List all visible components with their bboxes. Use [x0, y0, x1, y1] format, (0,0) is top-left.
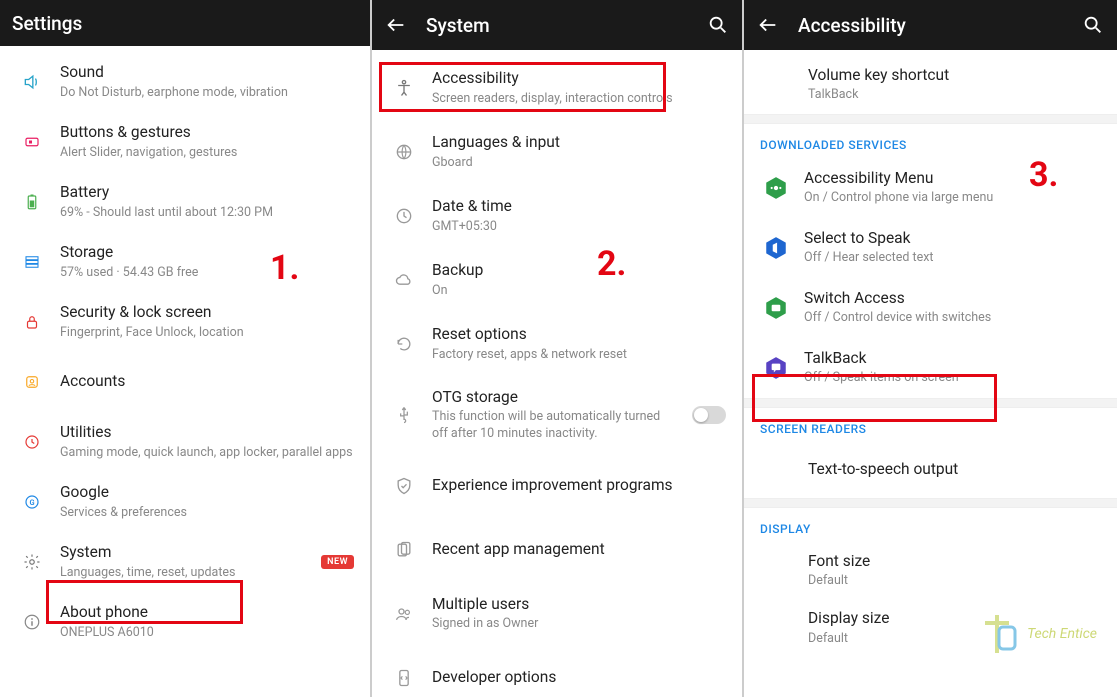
cloud-icon: [384, 260, 424, 300]
shield-icon: [384, 466, 424, 506]
a11y-icon: [384, 68, 424, 108]
users-icon: [384, 594, 424, 634]
row-talkback[interactable]: TalkBackOff / Speak items on screen: [744, 338, 1117, 398]
row-datetime[interactable]: Date & timeGMT+05:30: [372, 184, 742, 248]
row-battery[interactable]: Battery69% - Should last until about 12:…: [0, 172, 370, 232]
dev-icon: [384, 658, 424, 697]
system-panel: System AccessibilityScreen readers, disp…: [372, 0, 744, 697]
step-1-label: 1.: [270, 248, 299, 288]
row-system[interactable]: SystemLanguages, time, reset, updates NE…: [0, 532, 370, 592]
new-badge: NEW: [321, 555, 354, 569]
row-accounts[interactable]: Accounts: [0, 352, 370, 412]
appbar-title: Settings: [12, 12, 82, 35]
row-selectspeak[interactable]: Select to SpeakOff / Hear selected text: [744, 218, 1117, 278]
row-sound[interactable]: SoundDo Not Disturb, earphone mode, vibr…: [0, 52, 370, 112]
row-multiusers[interactable]: Multiple usersSigned in as Owner: [372, 582, 742, 646]
row-recent[interactable]: Recent app management: [372, 518, 742, 582]
a11ymenu-icon: [762, 174, 790, 202]
google-icon: G: [12, 482, 52, 522]
row-utilities[interactable]: UtilitiesGaming mode, quick launch, app …: [0, 412, 370, 472]
selectspeak-icon: [762, 234, 790, 262]
gear-icon: [12, 542, 52, 582]
search-icon[interactable]: [1081, 13, 1105, 37]
divider: [744, 398, 1117, 408]
row-switchaccess[interactable]: Switch AccessOff / Control device with s…: [744, 278, 1117, 338]
accessibility-panel: Accessibility Volume key shortcutTalkBac…: [744, 0, 1117, 697]
back-icon[interactable]: [756, 13, 780, 37]
info-icon: [12, 602, 52, 642]
row-tts[interactable]: Text-to-speech output: [744, 442, 1117, 498]
clock-icon: [384, 196, 424, 236]
accessibility-list: Volume key shortcutTalkBack DOWNLOADED S…: [744, 50, 1117, 697]
svg-text:G: G: [29, 498, 34, 507]
row-languages[interactable]: Languages & inputGboard: [372, 120, 742, 184]
row-otg[interactable]: OTG storageThis function will be automat…: [372, 376, 742, 454]
section-display: DISPLAY: [744, 508, 1117, 542]
row-accessibility[interactable]: AccessibilityScreen readers, display, in…: [372, 56, 742, 120]
row-exp[interactable]: Experience improvement programs: [372, 454, 742, 518]
appbar-accessibility: Accessibility: [744, 0, 1117, 50]
battery-icon: [12, 182, 52, 222]
row-security[interactable]: Security & lock screenFingerprint, Face …: [0, 292, 370, 352]
reset-icon: [384, 324, 424, 364]
row-volumekey[interactable]: Volume key shortcutTalkBack: [744, 56, 1117, 114]
row-dev[interactable]: Developer options: [372, 646, 742, 697]
otg-toggle[interactable]: [692, 406, 726, 424]
appbar-title: Accessibility: [798, 14, 906, 37]
appbar-title: System: [426, 14, 490, 37]
switchaccess-icon: [762, 294, 790, 322]
back-icon[interactable]: [384, 13, 408, 37]
row-backup[interactable]: BackupOn: [372, 248, 742, 312]
row-displaysize[interactable]: Display sizeDefault: [744, 599, 1117, 657]
utilities-icon: [12, 422, 52, 462]
settings-list: SoundDo Not Disturb, earphone mode, vibr…: [0, 46, 370, 697]
divider: [744, 498, 1117, 508]
row-a11ymenu[interactable]: Accessibility MenuOn / Control phone via…: [744, 158, 1117, 218]
talkback-icon: [762, 354, 790, 382]
settings-panel: Settings SoundDo Not Disturb, earphone m…: [0, 0, 372, 697]
usb-icon: [384, 395, 424, 435]
globe-icon: [384, 132, 424, 172]
search-icon[interactable]: [706, 13, 730, 37]
row-buttons[interactable]: Buttons & gesturesAlert Slider, navigati…: [0, 112, 370, 172]
storage-icon: [12, 242, 52, 282]
row-google[interactable]: G GoogleServices & preferences: [0, 472, 370, 532]
divider: [744, 114, 1117, 124]
row-storage[interactable]: Storage57% used · 54.43 GB free: [0, 232, 370, 292]
section-downloaded: DOWNLOADED SERVICES: [744, 124, 1117, 158]
step-2-label: 2.: [597, 244, 626, 284]
appbar-system: System: [372, 0, 742, 50]
system-list: AccessibilityScreen readers, display, in…: [372, 50, 742, 697]
lock-icon: [12, 302, 52, 342]
appbar-settings: Settings: [0, 0, 370, 46]
section-screenreaders: SCREEN READERS: [744, 408, 1117, 442]
volume-icon: [12, 62, 52, 102]
accounts-icon: [12, 362, 52, 402]
button-icon: [12, 122, 52, 162]
step-3-label: 3.: [1029, 155, 1058, 195]
row-about[interactable]: About phoneONEPLUS A6010: [0, 592, 370, 652]
recent-icon: [384, 530, 424, 570]
row-reset[interactable]: Reset optionsFactory reset, apps & netwo…: [372, 312, 742, 376]
row-fontsize[interactable]: Font sizeDefault: [744, 542, 1117, 600]
